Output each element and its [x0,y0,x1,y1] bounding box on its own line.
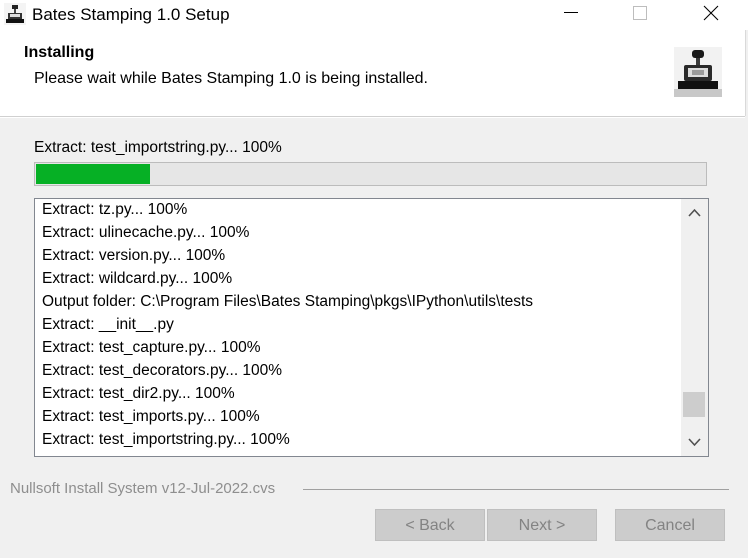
next-button[interactable]: Next > [487,509,597,541]
log-line: Extract: ulinecache.py... 100% [42,224,250,241]
log-line: Extract: test_dir2.py... 100% [42,385,235,402]
window-title: Bates Stamping 1.0 Setup [32,5,230,24]
scroll-up-icon[interactable] [681,199,708,226]
log-line: Extract: test_capture.py... 100% [42,339,261,356]
minimize-icon[interactable] [548,0,594,30]
log-line: Extract: test_importstring.py... 100% [42,431,290,448]
page-title: Installing [24,44,95,61]
progress-bar [34,162,707,186]
log-line: Extract: __init__.py [42,316,174,333]
log-line: Extract: test_imports.py... 100% [42,408,260,425]
installer-brand: Nullsoft Install System v12-Jul-2022.cvs [10,480,276,497]
log-line: Extract: test_decorators.py... 100% [42,362,283,379]
header-panel: Installing Please wait while Bates Stamp… [0,30,746,116]
log-line: Extract: tz.py... 100% [42,201,188,218]
stamp-image [674,47,722,97]
cancel-button[interactable]: Cancel [615,509,725,541]
title-bar: Bates Stamping 1.0 Setup [0,0,748,30]
scroll-down-icon[interactable] [681,429,708,456]
log-scrollbar[interactable] [681,199,708,456]
scroll-thumb[interactable] [683,392,705,417]
footer-divider [303,489,729,490]
log-line: Extract: version.py... 100% [42,247,226,264]
close-icon[interactable] [688,0,734,30]
status-text: Extract: test_importstring.py... 100% [34,139,282,156]
back-button[interactable]: < Back [375,509,485,541]
details-log[interactable]: Extract: tz.py... 100% Extract: ulinecach… [34,198,709,457]
stamp-icon [4,3,26,25]
progress-fill [36,164,150,184]
maximize-icon[interactable] [617,0,663,30]
log-line: Extract: wildcard.py... 100% [42,270,233,287]
page-subtitle: Please wait while Bates Stamping 1.0 is … [34,70,428,87]
header-divider-highlight [0,117,745,118]
log-line: Output folder: C:\Program Files\Bates St… [42,293,534,310]
